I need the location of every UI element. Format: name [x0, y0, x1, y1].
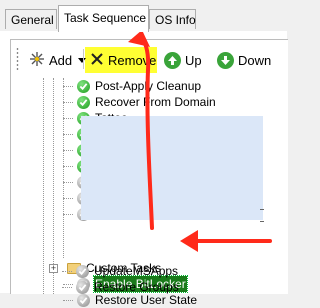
redacted-block [81, 116, 263, 220]
task-sequence-editor: Add Remove Up Down Post-Apply Cleanup Re… [10, 39, 288, 307]
up-button-label: Up [185, 52, 202, 68]
tab-task-sequence[interactable]: Task Sequence [58, 5, 149, 32]
tab-task-sequence-label: Task Sequence [64, 11, 147, 25]
tree-item-label: Post-Apply Cleanup [95, 79, 202, 93]
add-button-label: Add [49, 52, 73, 68]
up-button[interactable]: Up [161, 47, 205, 73]
toolbar-grip[interactable] [16, 47, 19, 71]
add-button[interactable]: Add [26, 47, 89, 73]
tree-item-label: Recover From Domain [95, 95, 216, 109]
remove-button-label: Remove [108, 52, 157, 68]
tree-item[interactable]: UpdateMSApps [52, 263, 179, 279]
grey-check-icon [76, 264, 89, 278]
toolbar: Add Remove Up Down [12, 41, 288, 76]
tab-os-info[interactable]: OS Info [149, 9, 196, 29]
down-button[interactable]: Down [214, 47, 274, 73]
arrow-up-icon [164, 51, 181, 69]
tab-general[interactable]: General [5, 9, 57, 29]
tree-connector [43, 78, 44, 294]
down-button-label: Down [238, 52, 272, 68]
arrow-down-icon [217, 51, 234, 69]
tab-general-label: General [11, 13, 54, 27]
green-check-icon [77, 79, 90, 93]
green-check-icon [77, 95, 90, 109]
grey-check-icon [77, 293, 90, 307]
tab-bar: General Task Sequence OS Info [0, 0, 287, 32]
close-icon [90, 52, 104, 69]
tree-item-label: UpdateMSApps [94, 264, 179, 278]
grey-check-icon [76, 280, 89, 294]
sparkle-icon [29, 51, 45, 70]
tree-item[interactable]: Recover From Domain [53, 94, 217, 110]
remove-button[interactable]: Remove [87, 47, 159, 73]
tree-tick [260, 209, 264, 210]
tree-tick [260, 221, 264, 222]
task-sequence-tree: Post-Apply Cleanup Recover From Domain T… [11, 78, 288, 307]
task-sequence-panel: Add Remove Up Down Post-Apply Cleanup Re… [0, 31, 288, 307]
tree-item[interactable]: Post-Apply Cleanup [53, 78, 202, 94]
toolbar-separator [83, 49, 84, 69]
tab-os-info-label: OS Info [155, 13, 196, 27]
